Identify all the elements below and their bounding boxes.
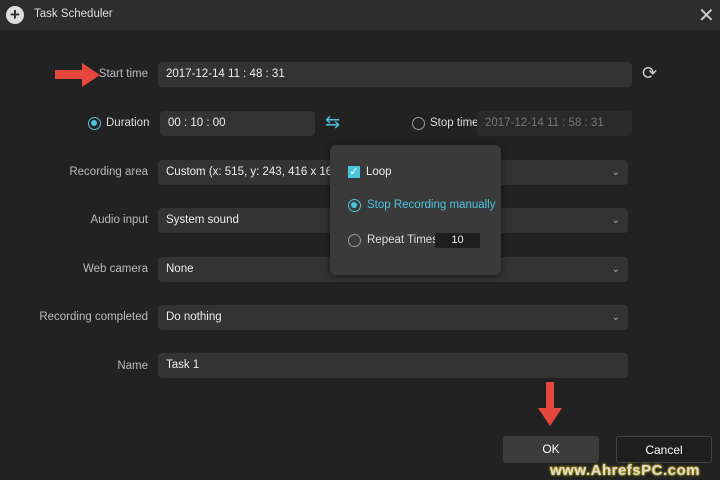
window-title: Task Scheduler xyxy=(34,8,113,20)
recording-area-value: Custom (x: 515, y: 243, 416 x 168) xyxy=(166,166,343,178)
repeat-times-input[interactable]: 10 xyxy=(435,233,480,248)
loop-label: Loop xyxy=(366,166,392,178)
refresh-icon[interactable]: ⟳ xyxy=(642,63,657,84)
chevron-down-icon: ⌄ xyxy=(611,312,620,323)
repeat-times-radio[interactable] xyxy=(348,234,361,247)
repeat-times-label: Repeat Times xyxy=(367,234,438,246)
cancel-button[interactable]: Cancel xyxy=(616,436,712,463)
web-camera-value: None xyxy=(166,263,194,275)
recording-area-label: Recording area xyxy=(69,166,148,178)
start-time-input[interactable]: 2017-12-14 11 : 48 : 31 xyxy=(158,62,632,87)
swap-icon[interactable]: ⇆ xyxy=(325,112,340,133)
recording-completed-select[interactable]: Do nothing ⌄ xyxy=(158,305,628,330)
duration-input[interactable]: 00 : 10 : 00 xyxy=(160,111,315,136)
duration-label: Duration xyxy=(106,117,150,129)
close-icon[interactable]: ✕ xyxy=(698,3,715,28)
stop-manual-radio[interactable] xyxy=(348,199,361,212)
stop-time-label: Stop time xyxy=(430,117,479,129)
watermark: www.AhrefsPC.com xyxy=(550,462,700,479)
stop-time-input[interactable]: 2017-12-14 11 : 58 : 31 xyxy=(477,111,632,136)
duration-radio[interactable] xyxy=(88,117,101,130)
loop-checkbox[interactable]: ✓ xyxy=(348,166,360,178)
stop-manual-label: Stop Recording manually xyxy=(367,199,496,211)
ok-button[interactable]: OK xyxy=(503,436,599,463)
add-icon: + xyxy=(6,6,24,24)
start-time-label: Start time xyxy=(98,68,148,80)
stop-time-radio[interactable] xyxy=(412,117,425,130)
arrow-down-head xyxy=(538,408,562,426)
recording-completed-label: Recording completed xyxy=(39,311,148,323)
stop-options-popup: ✓ Loop Stop Recording manually Repeat Ti… xyxy=(330,145,501,275)
chevron-down-icon: ⌄ xyxy=(611,215,620,226)
audio-input-value: System sound xyxy=(166,214,239,226)
chevron-down-icon: ⌄ xyxy=(611,264,620,275)
arrow-down-icon xyxy=(546,382,554,410)
name-label: Name xyxy=(117,360,148,372)
web-camera-label: Web camera xyxy=(83,263,148,275)
audio-input-label: Audio input xyxy=(90,214,148,226)
recording-completed-value: Do nothing xyxy=(166,311,222,323)
name-input[interactable]: Task 1 xyxy=(158,353,628,378)
chevron-down-icon: ⌄ xyxy=(611,167,620,178)
